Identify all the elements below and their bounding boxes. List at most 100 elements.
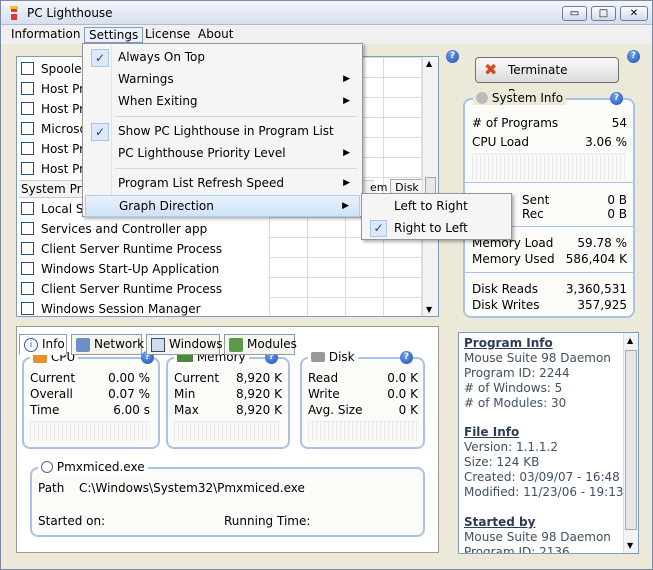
checkbox[interactable] (21, 62, 34, 75)
scroll-up-arrow-icon[interactable]: ▲ (627, 336, 633, 345)
submenu-arrow-icon: ▶ (343, 96, 350, 106)
checkbox[interactable] (21, 282, 34, 295)
disk-write-label: Write (308, 387, 340, 401)
checkbox[interactable] (21, 302, 34, 315)
maximize-icon: □ (598, 8, 609, 19)
network-icon (76, 338, 90, 352)
cpu-overall-value: 0.07 % (108, 387, 150, 401)
menu-item-when-exiting[interactable]: When Exiting ▶ (85, 91, 360, 113)
submenu-arrow-icon: ▶ (342, 201, 349, 211)
program-info-heading[interactable]: Program Info (464, 336, 611, 351)
program-info-list[interactable]: Program Info Mouse Suite 98 Daemon Progr… (458, 332, 639, 554)
memory-min-label: Min (174, 387, 196, 401)
list-item[interactable]: Windows Session Manager (19, 299, 269, 319)
menu-information[interactable]: Information (7, 27, 84, 43)
cpu-graph (30, 421, 150, 441)
list-item[interactable]: Services and Controller app (19, 219, 269, 239)
disk-writes-value: 357,925 (577, 298, 627, 312)
net-sent-value: 0 B (607, 193, 627, 207)
maximize-button[interactable]: □ (591, 6, 616, 21)
menu-item-always-on-top[interactable]: ✓ Always On Top (85, 47, 360, 69)
menu-settings[interactable]: Settings (84, 27, 144, 43)
menu-about[interactable]: About (194, 27, 237, 43)
scrollbar-thumb[interactable] (625, 350, 637, 530)
memory-graph (174, 421, 282, 441)
info-list-scrollbar[interactable]: ▲ ▼ (623, 333, 638, 553)
list-item[interactable]: Client Server Runtime Process (19, 239, 269, 259)
disk-read-label: Read (308, 371, 339, 385)
memory-load-value: 59.78 % (577, 236, 627, 250)
check-icon: ✓ (370, 220, 387, 237)
disk-help-icon[interactable]: ? (400, 351, 413, 364)
menu-item-graph-direction[interactable]: Graph Direction ▶ (85, 195, 360, 217)
checkbox[interactable] (21, 142, 34, 155)
process-list-scrollbar[interactable]: ▲ ▼ (422, 57, 438, 316)
process-list-help-icon[interactable]: ? (446, 50, 459, 63)
menu-item-show-in-list[interactable]: ✓ Show PC Lighthouse in Program List (85, 121, 360, 143)
checkbox[interactable] (21, 262, 34, 275)
terminate-program-button[interactable]: ✖ Terminate Program (475, 57, 619, 101)
memory-current-label: Current (174, 371, 220, 385)
path-label: Path (38, 481, 65, 495)
cpu-load-value: 3.06 % (585, 135, 627, 149)
modules-icon (229, 338, 243, 352)
check-icon: ✓ (91, 123, 109, 141)
terminate-x-icon: ✖ (484, 60, 498, 79)
memory-min-value: 8,920 K (235, 387, 282, 401)
minimize-button[interactable]: ▭ (562, 6, 587, 21)
menu-item-left-to-right[interactable]: Left to Right (364, 196, 509, 217)
scroll-down-arrow-icon[interactable]: ▼ (426, 305, 432, 314)
list-item[interactable]: Windows Start-Up Application (19, 259, 269, 279)
programs-count-label: # of Programs (472, 116, 559, 130)
title-bar[interactable]: PC Lighthouse ▭ □ ✕ (1, 1, 652, 25)
disk-reads-label: Disk Reads (472, 282, 538, 296)
system-info-icon (476, 92, 488, 104)
terminate-help-icon[interactable]: ? (627, 50, 640, 63)
menu-item-warnings[interactable]: Warnings ▶ (85, 69, 360, 91)
submenu-arrow-icon: ▶ (343, 74, 350, 84)
tab-info[interactable]: i Info (19, 334, 67, 355)
tab-windows[interactable]: Windows (146, 334, 223, 355)
tab-network[interactable]: Network (71, 334, 144, 355)
close-button[interactable]: ✕ (620, 6, 648, 21)
program-id: Program ID: 2244 (464, 366, 570, 380)
checkbox[interactable] (21, 162, 34, 175)
menu-item-priority-level[interactable]: PC Lighthouse Priority Level ▶ (85, 143, 360, 165)
net-rec-label: Rec (522, 207, 544, 221)
file-info-heading[interactable]: File Info (464, 425, 624, 440)
disk-read-value: 0.0 K (387, 371, 418, 385)
menu-license[interactable]: License (141, 27, 194, 43)
checkbox[interactable] (21, 242, 34, 255)
net-rec-value: 0 B (607, 207, 627, 221)
checkbox[interactable] (21, 202, 34, 215)
check-icon: ✓ (91, 49, 109, 67)
windows-icon (151, 338, 165, 352)
menu-item-refresh-speed[interactable]: Program List Refresh Speed ▶ (85, 173, 360, 195)
system-info-help-icon[interactable]: ? (610, 92, 623, 105)
submenu-arrow-icon: ▶ (343, 148, 350, 158)
cpu-time-label: Time (30, 403, 60, 417)
info-icon: i (24, 338, 38, 352)
menu-item-right-to-left[interactable]: ✓ Right to Left (364, 218, 509, 239)
checkbox[interactable] (21, 122, 34, 135)
cpu-load-label: CPU Load (472, 135, 529, 149)
settings-dropdown-menu: ✓ Always On Top Warnings ▶ When Exiting ▶ ✓… (82, 43, 363, 217)
memory-max-value: 8,920 K (235, 403, 282, 417)
file-version: Version: 1.1.1.2 (464, 440, 558, 454)
list-item[interactable]: Client Server Runtime Process (19, 279, 269, 299)
program-name: Mouse Suite 98 Daemon (464, 351, 611, 365)
cpu-current-value: 0.00 % (108, 371, 150, 385)
started-by-heading[interactable]: Started by (464, 515, 611, 530)
process-icon (41, 461, 53, 473)
checkbox[interactable] (21, 102, 34, 115)
scroll-up-arrow-icon[interactable]: ▲ (426, 59, 432, 68)
minimize-icon: ▭ (569, 8, 580, 19)
file-size: Size: 124 KB (464, 455, 540, 469)
scroll-down-arrow-icon[interactable]: ▼ (627, 541, 633, 550)
tab-modules[interactable]: Modules (224, 334, 297, 355)
running-time-label: Running Time: (224, 514, 311, 528)
memory-current-value: 8,920 K (235, 371, 282, 385)
checkbox[interactable] (21, 82, 34, 95)
checkbox[interactable] (21, 222, 34, 235)
programs-count-value: 54 (611, 116, 627, 130)
